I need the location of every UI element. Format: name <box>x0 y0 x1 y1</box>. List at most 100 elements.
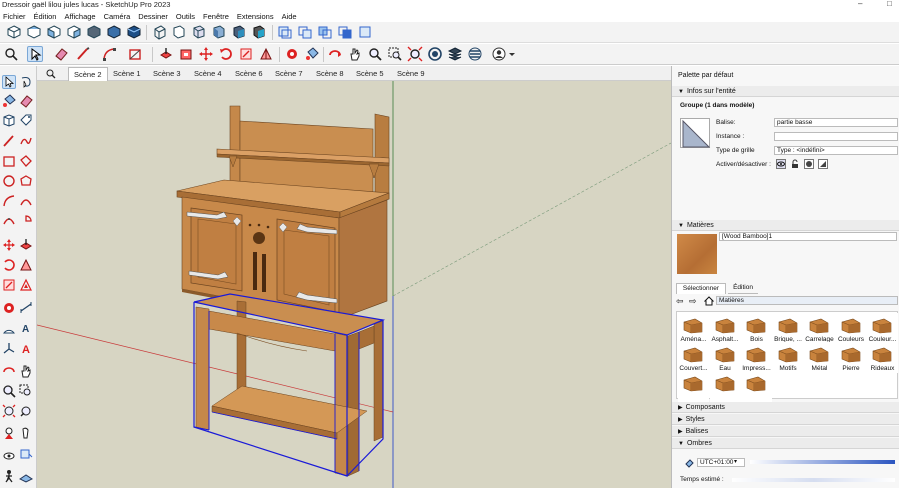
tab-scene-5[interactable]: Scène 5 <box>351 67 389 81</box>
lt-select-icon[interactable] <box>2 75 16 89</box>
menu-extensions[interactable]: Extensions <box>234 12 279 21</box>
lt-offset-icon[interactable] <box>19 278 33 292</box>
lt-dimension-icon[interactable] <box>19 301 33 315</box>
tab-scene-1[interactable]: Scène 1 <box>108 67 146 81</box>
lt-zoomextents-icon[interactable] <box>2 404 16 418</box>
bottom-view-icon[interactable] <box>126 24 142 40</box>
grid-type-select[interactable]: Type : <indéfini> <box>774 146 898 155</box>
shadow-toggle-icon[interactable] <box>684 458 694 468</box>
back-arrow-icon[interactable]: ⇦ <box>676 296 684 307</box>
follow-me-tool-icon[interactable] <box>258 46 274 62</box>
material-folder[interactable]: Couleur... <box>867 313 898 344</box>
offset-tool-icon[interactable] <box>178 46 194 62</box>
lt-position-camera-icon[interactable] <box>2 426 16 440</box>
warehouse-3d-icon[interactable] <box>427 46 443 62</box>
model-viewport[interactable] <box>37 81 671 488</box>
material-folder[interactable] <box>709 371 741 402</box>
tab-scene-7[interactable]: Scène 7 <box>270 67 308 81</box>
material-folder[interactable] <box>741 371 772 402</box>
iso-view-icon[interactable] <box>6 24 22 40</box>
shaded-textures-style-icon[interactable] <box>231 24 247 40</box>
lt-3pt-arc-icon[interactable] <box>2 214 16 228</box>
menu-fichier[interactable]: Fichier <box>0 12 31 21</box>
lt-eraser-icon[interactable] <box>19 94 33 108</box>
menu-fenetre[interactable]: Fenêtre <box>200 12 234 21</box>
display-section-planes-icon[interactable] <box>297 24 313 40</box>
line-tool-icon[interactable] <box>75 46 91 62</box>
tab-scene-3[interactable]: Scène 3 <box>148 67 186 81</box>
tab-scene-2[interactable]: Scène 2 <box>68 67 108 81</box>
shadows-header[interactable]: ▼ Ombres <box>672 438 899 449</box>
push-pull-tool-icon[interactable] <box>158 46 174 62</box>
lt-move-icon[interactable] <box>2 238 16 252</box>
arc-tool-icon[interactable] <box>101 46 117 62</box>
material-folder[interactable]: Asphalt... <box>709 313 741 344</box>
material-folder[interactable]: Couvert... <box>678 342 709 373</box>
material-folder[interactable]: Aména... <box>678 313 709 344</box>
lt-rectangle-icon[interactable] <box>2 154 16 168</box>
rotate-tool-icon[interactable] <box>218 46 234 62</box>
instance-input[interactable] <box>774 132 898 141</box>
lt-text-icon[interactable]: A <box>19 321 33 335</box>
date-slider[interactable] <box>732 478 895 482</box>
lt-component-icon[interactable] <box>2 113 16 127</box>
material-folder[interactable] <box>678 371 709 402</box>
rectangle-tool-icon[interactable] <box>127 46 143 62</box>
lt-section-icon[interactable] <box>19 448 33 462</box>
shaded-style-icon[interactable] <box>211 24 227 40</box>
tab-scene-6[interactable]: Scène 6 <box>230 67 268 81</box>
section-tool-4-icon[interactable] <box>357 24 373 40</box>
cast-shadow-toggle-icon[interactable] <box>804 159 814 169</box>
scale-tool-icon[interactable] <box>238 46 254 62</box>
move-tool-icon[interactable] <box>198 46 214 62</box>
front-view-icon[interactable] <box>46 24 62 40</box>
lt-line-icon[interactable] <box>2 134 16 148</box>
zoom-extents-tool-icon[interactable] <box>407 46 423 62</box>
receive-shadow-toggle-icon[interactable] <box>818 159 828 169</box>
lt-arc-icon[interactable] <box>2 194 16 208</box>
pan-tool-icon[interactable] <box>347 46 363 62</box>
lt-walk-icon[interactable] <box>19 426 33 440</box>
menu-affichage[interactable]: Affichage <box>61 12 100 21</box>
library-select[interactable]: Matières <box>716 296 898 305</box>
section-plane-icon[interactable] <box>277 24 293 40</box>
material-folder[interactable]: Bois <box>741 313 772 344</box>
lt-previous-icon[interactable] <box>19 404 33 418</box>
paint-bucket-tool-icon[interactable] <box>304 46 320 62</box>
material-folder[interactable]: Couleurs <box>835 313 867 344</box>
material-folder[interactable]: Brique, ... <box>772 313 804 344</box>
lt-zoom-icon[interactable] <box>2 384 16 398</box>
lt-pan-icon[interactable] <box>19 364 33 378</box>
lt-followme-icon[interactable] <box>19 258 33 272</box>
profile-dropdown-icon[interactable] <box>508 46 516 62</box>
material-folder[interactable]: Métal <box>804 342 835 373</box>
scenes-search-icon[interactable] <box>41 67 61 81</box>
display-section-cuts-icon[interactable] <box>317 24 333 40</box>
select-tool-icon[interactable] <box>27 46 43 62</box>
time-slider[interactable] <box>750 460 895 464</box>
left-view-icon[interactable] <box>106 24 122 40</box>
lock-toggle-icon[interactable] <box>790 159 800 169</box>
tape-measure-tool-icon[interactable] <box>284 46 300 62</box>
lt-tape-icon[interactable] <box>2 301 16 315</box>
lt-rotated-rect-icon[interactable] <box>19 154 33 168</box>
lt-tag-icon[interactable] <box>19 113 33 127</box>
lt-axes-icon[interactable] <box>2 341 16 355</box>
tab-edit[interactable]: Édition <box>728 283 758 294</box>
lt-freehand-icon[interactable] <box>19 134 33 148</box>
eraser-tool-icon[interactable] <box>53 46 69 62</box>
timezone-select[interactable]: UTC+01:00 <box>697 458 745 467</box>
top-view-icon[interactable] <box>26 24 42 40</box>
monochrome-style-icon[interactable] <box>251 24 267 40</box>
lt-lasso-icon[interactable] <box>19 75 33 89</box>
balise-select[interactable]: partie basse <box>774 118 898 127</box>
zoom-tool-icon[interactable] <box>367 46 383 62</box>
entity-info-header[interactable]: ▼ Infos sur l'entité <box>672 86 899 97</box>
lt-scale-icon[interactable] <box>2 278 16 292</box>
zoom-window-tool-icon[interactable] <box>387 46 403 62</box>
tab-scene-4[interactable]: Scène 4 <box>189 67 227 81</box>
lt-paint-icon[interactable] <box>2 94 16 108</box>
lt-orbit-icon[interactable] <box>2 364 16 378</box>
material-folder[interactable]: Motifs <box>772 342 804 373</box>
orbit-tool-icon[interactable] <box>327 46 343 62</box>
